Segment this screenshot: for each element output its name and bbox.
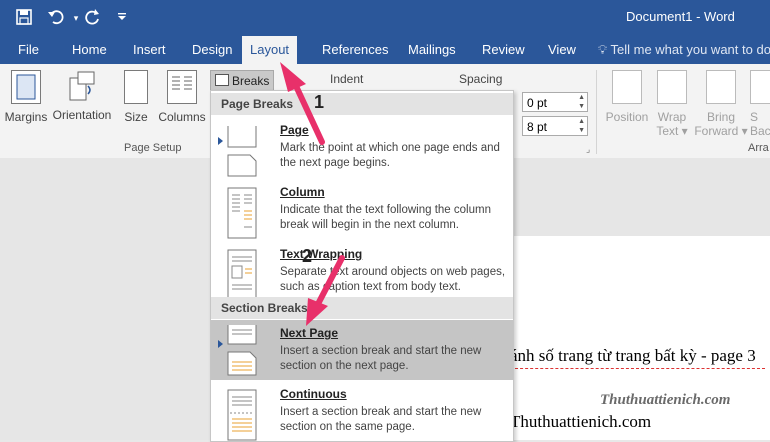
lightbulb-icon: 💡︎ [598, 42, 607, 57]
spacing-after-input[interactable]: 8 pt ▲▼ [522, 116, 588, 136]
ribbon-tab-bar: File Home Insert Design Layout Reference… [0, 36, 770, 64]
selected-marker-icon [218, 340, 223, 348]
annotation-number-1: 1 [314, 92, 324, 113]
size-button[interactable]: Size [120, 70, 152, 124]
watermark: Thuthuattienich.com [600, 392, 730, 409]
section-breaks-header: Section Breaks [211, 297, 513, 319]
wrap-text-label-2: Text [656, 124, 678, 138]
orientation-button[interactable]: Orientation [52, 70, 112, 122]
position-icon [612, 70, 642, 104]
margins-icon [11, 70, 41, 104]
column-break-desc: Indicate that the text following the col… [280, 203, 508, 233]
column-break-icon [227, 187, 257, 239]
tab-references[interactable]: References [314, 36, 396, 64]
page-break-title: Page [280, 123, 309, 137]
wrap-text-button[interactable]: Wrap Text ▾ [654, 70, 690, 138]
position-button[interactable]: Position [602, 70, 652, 124]
tab-design[interactable]: Design [184, 36, 240, 64]
columns-button[interactable]: Columns [156, 70, 208, 124]
break-item-page[interactable]: Page Mark the point at which one page en… [211, 117, 513, 185]
page-breaks-header: Page Breaks [211, 93, 513, 115]
break-item-next-page[interactable]: Next Page Insert a section break and sta… [211, 320, 513, 380]
annotation-number-2: 2 [302, 246, 312, 267]
paragraph-dialog-launcher-icon[interactable]: ⌟ [586, 144, 590, 155]
wrap-text-label-1: Wrap [658, 110, 686, 124]
orientation-label: Orientation [53, 108, 112, 122]
send-backward-label-1: S [750, 110, 758, 124]
continuous-break-desc: Insert a section break and start the new… [280, 405, 508, 435]
orientation-icon [68, 70, 96, 102]
undo-icon[interactable] [46, 8, 66, 28]
spacing-label: Spacing [459, 72, 502, 86]
spacing-before-value: 0 pt [527, 96, 547, 110]
margins-button[interactable]: Margins [4, 70, 48, 124]
tab-home[interactable]: Home [64, 36, 115, 64]
document-page[interactable] [470, 236, 770, 440]
columns-label: Columns [158, 110, 205, 124]
text-wrapping-break-desc: Separate text around objects on web page… [280, 265, 508, 295]
tell-me-box[interactable]: 💡︎ Tell me what you want to do [598, 36, 770, 64]
tab-insert[interactable]: Insert [125, 36, 174, 64]
bring-forward-label-2: Forward [694, 124, 738, 138]
position-label: Position [606, 110, 649, 124]
page-break-desc: Mark the point at which one page ends an… [280, 141, 508, 171]
send-backward-icon [750, 70, 770, 104]
title-bar: ▾ Document1 - Word [0, 0, 770, 36]
breaks-button[interactable]: Breaks ▾ [210, 70, 274, 92]
document-line-1: ánh số trang từ trang bất kỳ - page 3 [510, 346, 756, 366]
next-page-break-title: Next Page [280, 326, 338, 340]
send-backward-label-2: Bac [750, 124, 770, 138]
send-backward-button[interactable]: S Bac [750, 70, 770, 138]
spin-arrows-icon[interactable]: ▲▼ [578, 117, 585, 135]
next-page-break-desc: Insert a section break and start the new… [280, 344, 508, 374]
tab-file[interactable]: File [10, 36, 47, 64]
spin-arrows-icon[interactable]: ▲▼ [578, 93, 585, 111]
customize-qat-icon[interactable] [112, 8, 132, 28]
size-label: Size [124, 110, 147, 124]
size-icon [124, 70, 148, 104]
arrange-group-label: Arra [748, 142, 769, 154]
spacing-before-input[interactable]: 0 pt ▲▼ [522, 92, 588, 112]
text-wrapping-break-title: Text Wrapping [280, 247, 362, 261]
bring-forward-button[interactable]: Bring Forward ▾ [694, 70, 748, 138]
wrap-text-icon [657, 70, 687, 104]
save-icon[interactable] [14, 8, 34, 28]
breaks-dropdown-menu: Page Breaks Page Mark the point at which… [210, 90, 514, 442]
tab-layout[interactable]: Layout [242, 36, 297, 64]
document-line-2: Thuthuattienich.com [510, 412, 651, 432]
column-break-title: Column [280, 185, 325, 199]
text-wrapping-break-icon [227, 249, 257, 301]
tab-view[interactable]: View [540, 36, 584, 64]
page-break-icon [227, 125, 257, 177]
bring-forward-label-1: Bring [707, 110, 735, 124]
selected-marker-icon [218, 137, 223, 145]
page-setup-group-label: Page Setup [124, 142, 182, 154]
columns-icon [167, 70, 197, 104]
continuous-break-title: Continuous [280, 387, 347, 401]
margins-label: Margins [5, 110, 48, 124]
next-page-break-icon [227, 324, 257, 376]
break-item-continuous[interactable]: Continuous Insert a section break and st… [211, 381, 513, 442]
tab-mailings[interactable]: Mailings [400, 36, 464, 64]
redo-icon[interactable] [82, 8, 102, 28]
indent-label: Indent [330, 72, 363, 86]
breaks-label: Breaks [232, 74, 269, 88]
spelling-underline [510, 366, 765, 369]
break-item-column[interactable]: Column Indicate that the text following … [211, 179, 513, 247]
group-separator [596, 70, 597, 154]
tab-review[interactable]: Review [474, 36, 533, 64]
breaks-icon [215, 74, 229, 86]
document-title: Document1 - Word [626, 9, 735, 24]
continuous-break-icon [227, 389, 257, 441]
bring-forward-icon [706, 70, 736, 104]
tell-me-text: Tell me what you want to do [611, 42, 770, 57]
spacing-after-value: 8 pt [527, 120, 547, 134]
